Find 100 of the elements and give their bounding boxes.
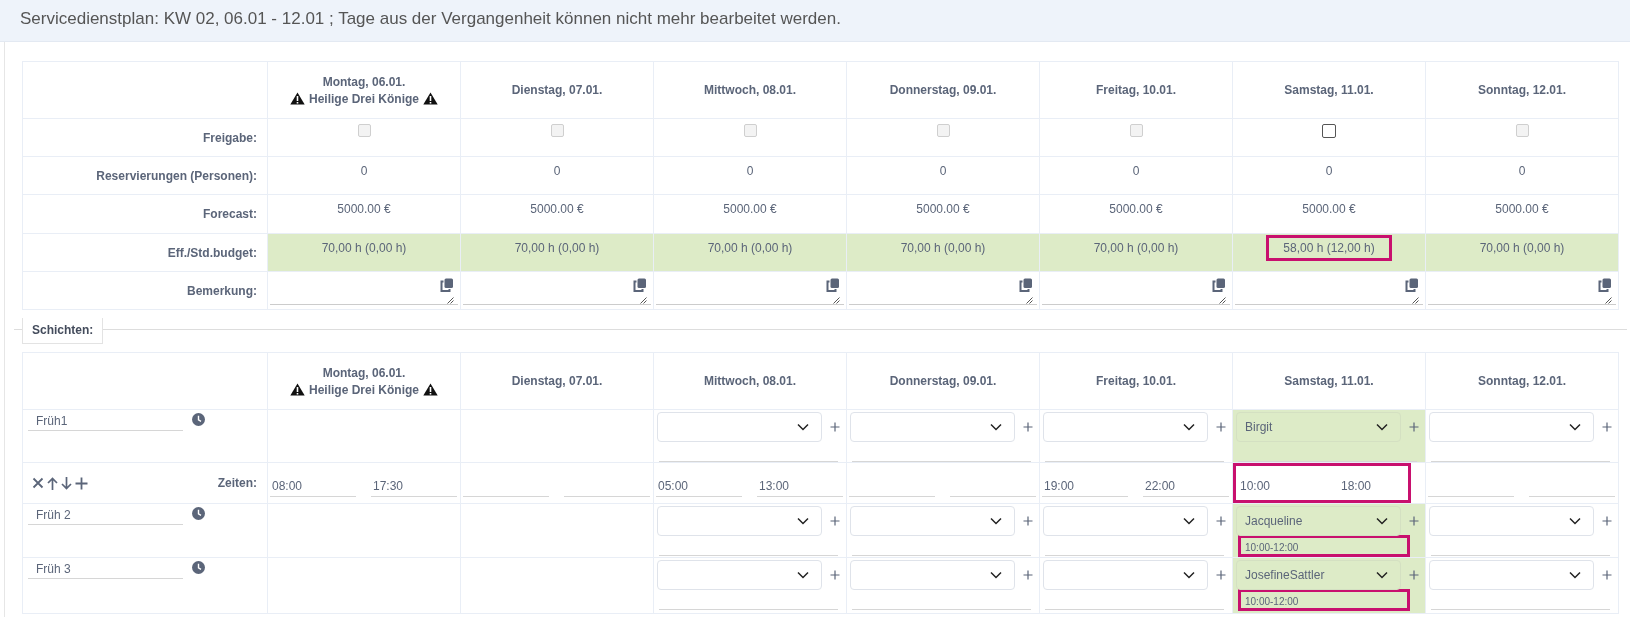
plus-icon[interactable] [830, 422, 840, 432]
warning-icon [290, 92, 305, 105]
staff-select[interactable] [850, 560, 1015, 590]
chevron-icon [990, 571, 1002, 579]
section-legend: Schichten: [22, 318, 104, 344]
start-time-field[interactable]: 08:00 [270, 477, 356, 497]
chevron-icon [1183, 571, 1195, 579]
plus-icon[interactable] [830, 516, 840, 526]
clock-icon[interactable] [192, 507, 205, 520]
arrow-down-icon[interactable] [61, 476, 72, 490]
shift-name-field[interactable]: Früh 3 [28, 561, 183, 579]
chevron-icon [797, 423, 809, 431]
plus-icon[interactable] [1409, 570, 1419, 580]
chevron-icon [1376, 423, 1388, 431]
resize-grip-icon[interactable] [447, 297, 454, 304]
plus-icon[interactable] [1409, 516, 1419, 526]
staff-select[interactable]: Jacqueline [1236, 506, 1401, 536]
plus-icon[interactable] [1023, 570, 1033, 580]
delete-icon[interactable] [32, 477, 44, 489]
copy-icon[interactable] [440, 278, 454, 292]
times-label: Zeiten: [217, 476, 257, 490]
plus-icon[interactable] [1216, 516, 1226, 526]
staff-select[interactable] [657, 560, 822, 590]
resize-grip-icon[interactable] [833, 297, 840, 304]
row-label: Freigabe: [203, 130, 257, 145]
day-header: Freitag, 10.01. [1094, 83, 1177, 97]
chevron-icon [990, 517, 1002, 525]
clock-icon[interactable] [192, 413, 205, 426]
forecast-value: 5000.00 € [530, 202, 584, 216]
day-header: Samstag, 11.01. [1283, 83, 1375, 97]
resize-grip-icon[interactable] [1219, 297, 1226, 304]
day-header: Montag, 06.01. [321, 365, 407, 380]
day-header: Sonntag, 12.01. [1477, 374, 1567, 388]
plus-icon[interactable] [1216, 570, 1226, 580]
end-time-field[interactable]: 18:00 [1339, 477, 1425, 497]
chevron-icon [1376, 571, 1388, 579]
plus-icon[interactable] [1602, 570, 1612, 580]
resize-grip-icon[interactable] [640, 297, 647, 304]
budget-value: 70,00 h (0,00 h) [321, 241, 407, 255]
staff-select[interactable] [1043, 412, 1208, 442]
budget-value: 70,00 h (0,00 h) [1093, 241, 1179, 255]
staff-select[interactable] [657, 412, 822, 442]
staff-select[interactable] [1043, 560, 1208, 590]
clock-icon[interactable] [192, 561, 205, 574]
staff-select[interactable] [850, 506, 1015, 536]
chevron-icon [990, 423, 1002, 431]
plus-icon[interactable] [1602, 422, 1612, 432]
copy-icon[interactable] [1405, 278, 1419, 292]
staff-select[interactable]: Birgit [1236, 412, 1401, 442]
staff-select[interactable] [1429, 560, 1594, 590]
staff-select[interactable] [1043, 506, 1208, 536]
chevron-icon [1376, 517, 1388, 525]
forecast-value: 5000.00 € [1495, 202, 1549, 216]
copy-icon[interactable] [1212, 278, 1226, 292]
shift-time-field[interactable]: 10:00-12:00 [1238, 589, 1410, 611]
plus-icon[interactable] [1023, 516, 1033, 526]
staff-select[interactable] [850, 412, 1015, 442]
copy-icon[interactable] [633, 278, 647, 292]
chevron-icon [1183, 423, 1195, 431]
row-label: Bemerkung: [187, 283, 257, 298]
plus-icon[interactable] [1216, 422, 1226, 432]
add-icon[interactable] [75, 476, 88, 490]
end-time-field[interactable]: 13:00 [757, 477, 843, 497]
staff-select[interactable]: JosefineSattler [1236, 560, 1401, 590]
arrow-up-icon[interactable] [47, 476, 58, 490]
start-time-field[interactable]: 10:00 [1238, 477, 1324, 497]
plus-icon[interactable] [1409, 422, 1419, 432]
chevron-icon [1183, 517, 1195, 525]
start-time-field[interactable]: 19:00 [1042, 477, 1128, 497]
copy-icon[interactable] [1019, 278, 1033, 292]
chevron-icon [797, 571, 809, 579]
plus-icon[interactable] [1023, 422, 1033, 432]
plus-icon[interactable] [1602, 516, 1612, 526]
page-title: Servicedienstplan: KW 02, 06.01 - 12.01 ; Tage aus der Vergangenheit können nicht mehr bearbeitet werden. [20, 9, 841, 28]
resize-grip-icon[interactable] [1026, 297, 1033, 304]
resize-grip-icon[interactable] [1605, 297, 1612, 304]
reservations-value: 0 [746, 164, 754, 178]
day-header: Samstag, 11.01. [1283, 374, 1375, 388]
staff-select[interactable] [1429, 412, 1594, 442]
copy-icon[interactable] [826, 278, 840, 292]
end-time-field[interactable]: 17:30 [371, 477, 457, 497]
budget-value: 70,00 h (0,00 h) [900, 241, 986, 255]
end-time-field[interactable]: 22:00 [1143, 477, 1229, 497]
row-label: Reservierungen (Personen): [96, 168, 257, 183]
day-header: Montag, 06.01. [321, 74, 407, 89]
staff-select[interactable] [657, 506, 822, 536]
release-checkbox[interactable] [1322, 124, 1336, 138]
forecast-value: 5000.00 € [1109, 202, 1163, 216]
reservations-value: 0 [1518, 164, 1526, 178]
staff-select[interactable] [1429, 506, 1594, 536]
budget-value: 70,00 h (0,00 h) [707, 241, 793, 255]
copy-icon[interactable] [1598, 278, 1612, 292]
warning-icon [423, 383, 438, 396]
reservations-value: 0 [1325, 164, 1333, 178]
resize-grip-icon[interactable] [1412, 297, 1419, 304]
reservations-value: 0 [939, 164, 947, 178]
holiday-label: Heilige Drei Könige [309, 382, 419, 397]
start-time-field[interactable]: 05:00 [656, 477, 742, 497]
day-header: Donnerstag, 09.01. [888, 374, 998, 388]
plus-icon[interactable] [830, 570, 840, 580]
